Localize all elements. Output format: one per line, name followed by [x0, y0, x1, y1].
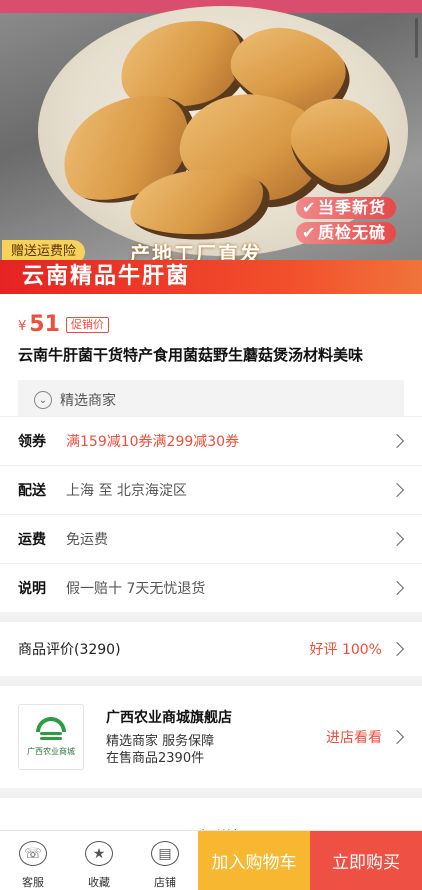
price-row: ¥ 51 促销价: [18, 314, 404, 336]
check-icon: ✔: [302, 223, 317, 242]
hero-banner: 云南精品牛肝菌: [0, 260, 422, 294]
row-value: 免运费: [66, 532, 108, 548]
price: 51: [29, 312, 60, 337]
row-label: 配送: [18, 483, 46, 499]
hero-banner-title: 云南精品牛肝菌: [22, 264, 191, 289]
chevron-right-icon: [389, 482, 405, 498]
product-attribute-list: 领券 满159减10券满299减30券 配送 上海 至 北京海淀区 运费 免运费…: [0, 416, 422, 612]
shop-info: 广西农业商城旗舰店 精选商家 服务保障 在售商品2390件: [106, 707, 326, 767]
section-divider: [0, 612, 422, 622]
review-count: 商品评价(3290): [18, 642, 121, 658]
hero-badge-label: 质检无硫: [318, 223, 387, 242]
enter-shop-link[interactable]: 进店看看: [326, 727, 382, 747]
buy-now-button[interactable]: 立即购买: [310, 831, 422, 890]
bottom-action-bar: ☏ 客服 ★ 收藏 ▤ 店铺 加入购物车 立即购买: [0, 830, 422, 890]
tool-label: 收藏: [88, 876, 110, 889]
chevron-right-icon: [389, 729, 405, 745]
good-rate: 好评 100%: [309, 642, 382, 658]
store-icon: ▤: [151, 841, 179, 866]
promo-tag: 促销价: [65, 317, 109, 333]
merchant-tag-box[interactable]: ⌄ 精选商家: [18, 380, 404, 420]
customer-service-icon: ☏: [19, 841, 47, 866]
shop-card[interactable]: 广西农业商城 广西农业商城旗舰店 精选商家 服务保障 在售商品2390件 进店看…: [0, 686, 422, 788]
currency-symbol: ¥: [18, 319, 27, 334]
hero-badge-quality: ✔质检无硫: [296, 222, 397, 244]
review-summary-row[interactable]: 商品评价(3290) 好评 100%: [0, 622, 422, 676]
section-divider: [0, 676, 422, 686]
product-hero-image[interactable]: ✔当季新货 ✔质检无硫 产地工厂直发 赠送运费险 云南精品牛肝菌: [0, 0, 422, 294]
merchant-tag-label: 精选商家: [60, 393, 116, 409]
product-page: ✔当季新货 ✔质检无硫 产地工厂直发 赠送运费险 云南精品牛肝菌 ¥ 51 促销…: [0, 0, 422, 890]
row-description[interactable]: 说明 假一赔十 7天无忧退货: [0, 563, 422, 612]
chevron-right-icon: [389, 531, 405, 547]
row-value: 上海 至 北京海淀区: [66, 483, 187, 499]
row-label: 运费: [18, 532, 46, 548]
chevron-down-circle-icon: ⌄: [34, 391, 52, 409]
star-icon: ★: [85, 841, 113, 866]
check-icon: ✔: [302, 198, 317, 217]
hero-badge-label: 当季新货: [318, 198, 387, 217]
tool-label: 客服: [22, 876, 44, 889]
row-coupon[interactable]: 领券 满159减10券满299减30券: [0, 416, 422, 465]
shop-service: 精选商家 服务保障: [106, 734, 215, 749]
row-shipping-fee[interactable]: 运费 免运费: [0, 514, 422, 563]
row-value: 假一赔十 7天无忧退货: [66, 581, 206, 597]
section-divider: [0, 788, 422, 798]
farm-logo-icon: [36, 717, 66, 741]
row-label: 领券: [18, 434, 46, 450]
shop-name: 广西农业商城旗舰店: [106, 710, 232, 726]
customer-service-button[interactable]: ☏ 客服: [0, 831, 66, 890]
chevron-right-icon: [389, 641, 405, 657]
tool-label: 店铺: [154, 876, 176, 889]
row-value: 满159减10券满299减30券: [66, 434, 240, 450]
row-label: 说明: [18, 581, 46, 597]
add-to-cart-button[interactable]: 加入购物车: [198, 831, 310, 890]
shop-logo-text: 广西农业商城: [27, 747, 75, 756]
chevron-right-icon: [389, 580, 405, 596]
chevron-right-icon: [389, 433, 405, 449]
scrollbar[interactable]: [415, 18, 418, 58]
favorite-button[interactable]: ★ 收藏: [66, 831, 132, 890]
shop-product-count: 在售商品2390件: [106, 751, 205, 766]
hero-badge-new: ✔当季新货: [296, 197, 397, 219]
row-delivery[interactable]: 配送 上海 至 北京海淀区: [0, 465, 422, 514]
shop-logo: 广西农业商城: [18, 704, 84, 770]
product-title: 云南牛肝菌干货特产食用菌菇野生蘑菇煲汤材料美味: [18, 346, 364, 364]
product-info: ¥ 51 促销价 云南牛肝菌干货特产食用菌菇野生蘑菇煲汤材料美味 ⌄ 精选商家: [0, 294, 422, 420]
store-button[interactable]: ▤ 店铺: [132, 831, 198, 890]
